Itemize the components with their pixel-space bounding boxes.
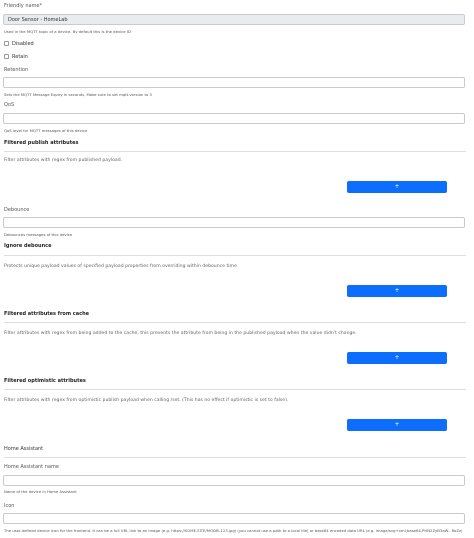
ignore-debounce-add-button[interactable]: + [347, 285, 447, 297]
filtered-optimistic-add-button[interactable]: + [347, 419, 447, 431]
retention-label: Retention [4, 67, 29, 73]
home-assistant-divider [4, 457, 466, 458]
ha-icon-input[interactable] [3, 513, 465, 524]
ha-name-input[interactable] [3, 475, 465, 486]
ignore-debounce-description: Protects unique payload values of specif… [4, 264, 237, 269]
retain-label: Retain [12, 54, 28, 60]
ha-name-label: Home Assistant name [4, 464, 59, 470]
filtered-optimistic-divider [4, 389, 466, 390]
filtered-cache-divider [4, 322, 466, 323]
filtered-cache-title: Filtered attributes from cache [4, 311, 90, 317]
retention-help: Sets the MQTT Message Expiry in seconds,… [4, 92, 152, 97]
debounce-input[interactable] [3, 217, 465, 228]
disabled-label: Disabled [12, 41, 34, 47]
filtered-optimistic-title: Filtered optimistic attributes [4, 378, 86, 384]
ha-icon-help: The user-defined device icon for the fro… [4, 528, 463, 533]
ignore-debounce-title: Ignore debounce [4, 243, 52, 249]
home-assistant-title: Home Assistant [4, 446, 44, 452]
friendly-name-input[interactable]: Door Sensor - HomeLab [3, 14, 465, 25]
retain-checkbox[interactable] [4, 54, 9, 59]
debounce-help: Debounces messages of this device [4, 232, 73, 237]
friendly-name-help: Used in the MQTT topic of a device. By d… [4, 29, 131, 34]
filtered-optimistic-description: Filter attributes with regex from optimi… [4, 398, 289, 403]
debounce-label: Debounce [4, 207, 30, 213]
filtered-cache-add-button[interactable]: + [347, 352, 447, 364]
friendly-name-label: Friendly name* [4, 3, 42, 9]
filtered-cache-description: Filter attributes with regex from being … [4, 331, 357, 336]
qos-label: QoS [4, 102, 15, 108]
retention-input[interactable] [3, 77, 465, 88]
disabled-checkbox[interactable] [4, 41, 9, 46]
ignore-debounce-divider [4, 255, 466, 256]
filtered-publish-divider [4, 151, 466, 152]
ha-icon-label: Icon [4, 503, 15, 509]
filtered-publish-description: Filter attributes with regex from publis… [4, 158, 123, 163]
filtered-publish-title: Filtered publish attributes [4, 140, 79, 146]
qos-help: QoS level for MQTT messages of this devi… [4, 128, 88, 133]
filtered-publish-add-button[interactable]: + [347, 181, 447, 193]
qos-input[interactable] [3, 113, 465, 124]
ha-name-help: Name of the device in Home Assistant [4, 489, 77, 494]
